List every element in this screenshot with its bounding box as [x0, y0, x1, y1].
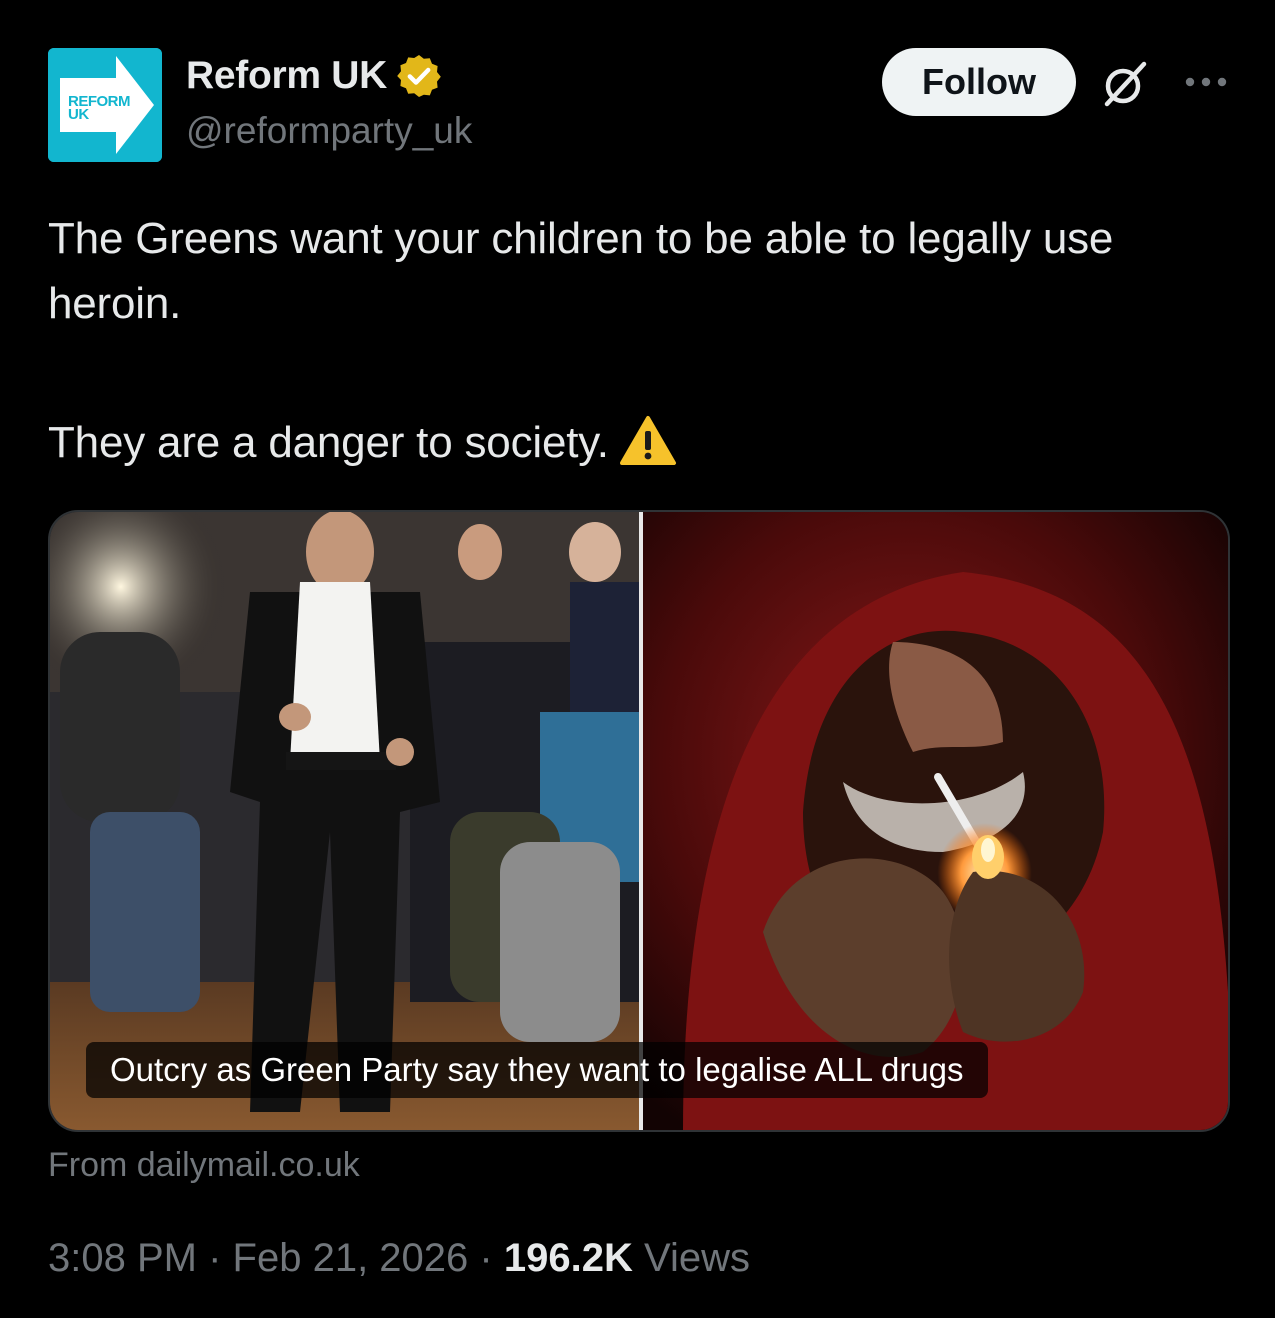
- author-name-row[interactable]: Reform UK: [186, 52, 443, 100]
- tweet-text: The Greens want your children to be able…: [48, 206, 1228, 475]
- link-card[interactable]: Outcry as Green Party say they want to l…: [48, 510, 1230, 1132]
- follow-button[interactable]: Follow: [882, 48, 1076, 116]
- verified-badge-icon[interactable]: [395, 52, 443, 100]
- tweet-text-line2: They are a danger to society.: [48, 410, 1228, 475]
- tweet-time[interactable]: 3:08 PM: [48, 1236, 197, 1280]
- avatar[interactable]: REFORM UK: [48, 48, 162, 162]
- views-label: Views: [643, 1236, 750, 1280]
- tweet-text-line1: The Greens want your children to be able…: [48, 214, 1114, 328]
- meta-separator: ·: [479, 1236, 493, 1280]
- author-handle[interactable]: @reformparty_uk: [186, 110, 472, 152]
- more-icon[interactable]: [1182, 66, 1230, 98]
- views-count: 196.2K: [503, 1236, 633, 1280]
- smoking-man-photo: [643, 512, 1228, 1130]
- card-source[interactable]: From dailymail.co.uk: [48, 1146, 360, 1185]
- warning-icon: [619, 416, 676, 465]
- meta-separator: ·: [208, 1236, 222, 1280]
- tweet-date[interactable]: Feb 21, 2026: [233, 1236, 469, 1280]
- avatar-logo-text: REFORM UK: [68, 93, 131, 123]
- grok-icon[interactable]: [1098, 56, 1152, 110]
- display-name[interactable]: Reform UK: [186, 54, 387, 98]
- card-caption: Outcry as Green Party say they want to l…: [86, 1042, 988, 1098]
- tweet-meta: 3:08 PM · Feb 21, 2026 · 196.2K Views: [48, 1236, 750, 1281]
- conference-photo: [50, 512, 640, 1130]
